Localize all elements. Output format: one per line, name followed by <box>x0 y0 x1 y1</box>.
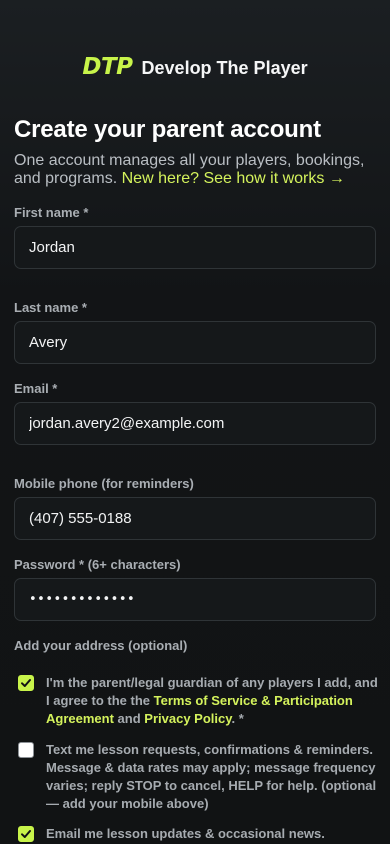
page-title: Create your parent account <box>14 116 321 143</box>
terms-consent-row: I'm the parent/legal guardian of any pla… <box>18 674 380 728</box>
terms-text-after: . * <box>231 711 244 726</box>
first-name-field[interactable] <box>14 226 376 269</box>
checkmark-icon <box>21 679 31 687</box>
email-updates-checkbox[interactable] <box>18 826 34 842</box>
last-name-label: Last name * <box>14 300 87 315</box>
sms-consent-text: Text me lesson requests, confirmations &… <box>46 742 377 811</box>
brand-name: Develop The Player <box>141 58 308 78</box>
last-name-field[interactable] <box>14 321 376 364</box>
password-label: Password * (6+ characters) <box>14 557 181 572</box>
signup-page: DTP Develop The Player Create your paren… <box>0 0 390 844</box>
email-updates-row: Email me lesson updates & occasional new… <box>18 825 380 843</box>
sms-checkbox[interactable] <box>18 742 34 758</box>
first-name-label: First name * <box>14 205 89 220</box>
checkmark-icon <box>21 830 31 838</box>
brand-logo: DTP <box>82 54 133 80</box>
phone-label: Mobile phone (for reminders) <box>14 476 194 491</box>
add-address-toggle[interactable]: Add your address (optional) <box>14 638 187 653</box>
terms-and-text: and <box>117 711 141 726</box>
sms-consent-row: Text me lesson requests, confirmations &… <box>18 741 380 813</box>
privacy-link[interactable]: Privacy Policy <box>144 711 231 726</box>
terms-consent-text: I'm the parent/legal guardian of any pla… <box>46 675 378 726</box>
terms-checkbox[interactable] <box>18 675 34 691</box>
email-field[interactable] <box>14 402 376 445</box>
phone-field[interactable] <box>14 497 376 540</box>
how-it-works-link[interactable]: New here? See how it works → <box>122 170 345 187</box>
brand-header: DTP Develop The Player <box>0 54 390 80</box>
page-subtitle: One account manages all your players, bo… <box>14 152 376 188</box>
email-updates-text: Email me lesson updates & occasional new… <box>46 826 325 841</box>
password-field[interactable] <box>14 578 376 621</box>
email-label: Email * <box>14 381 58 396</box>
